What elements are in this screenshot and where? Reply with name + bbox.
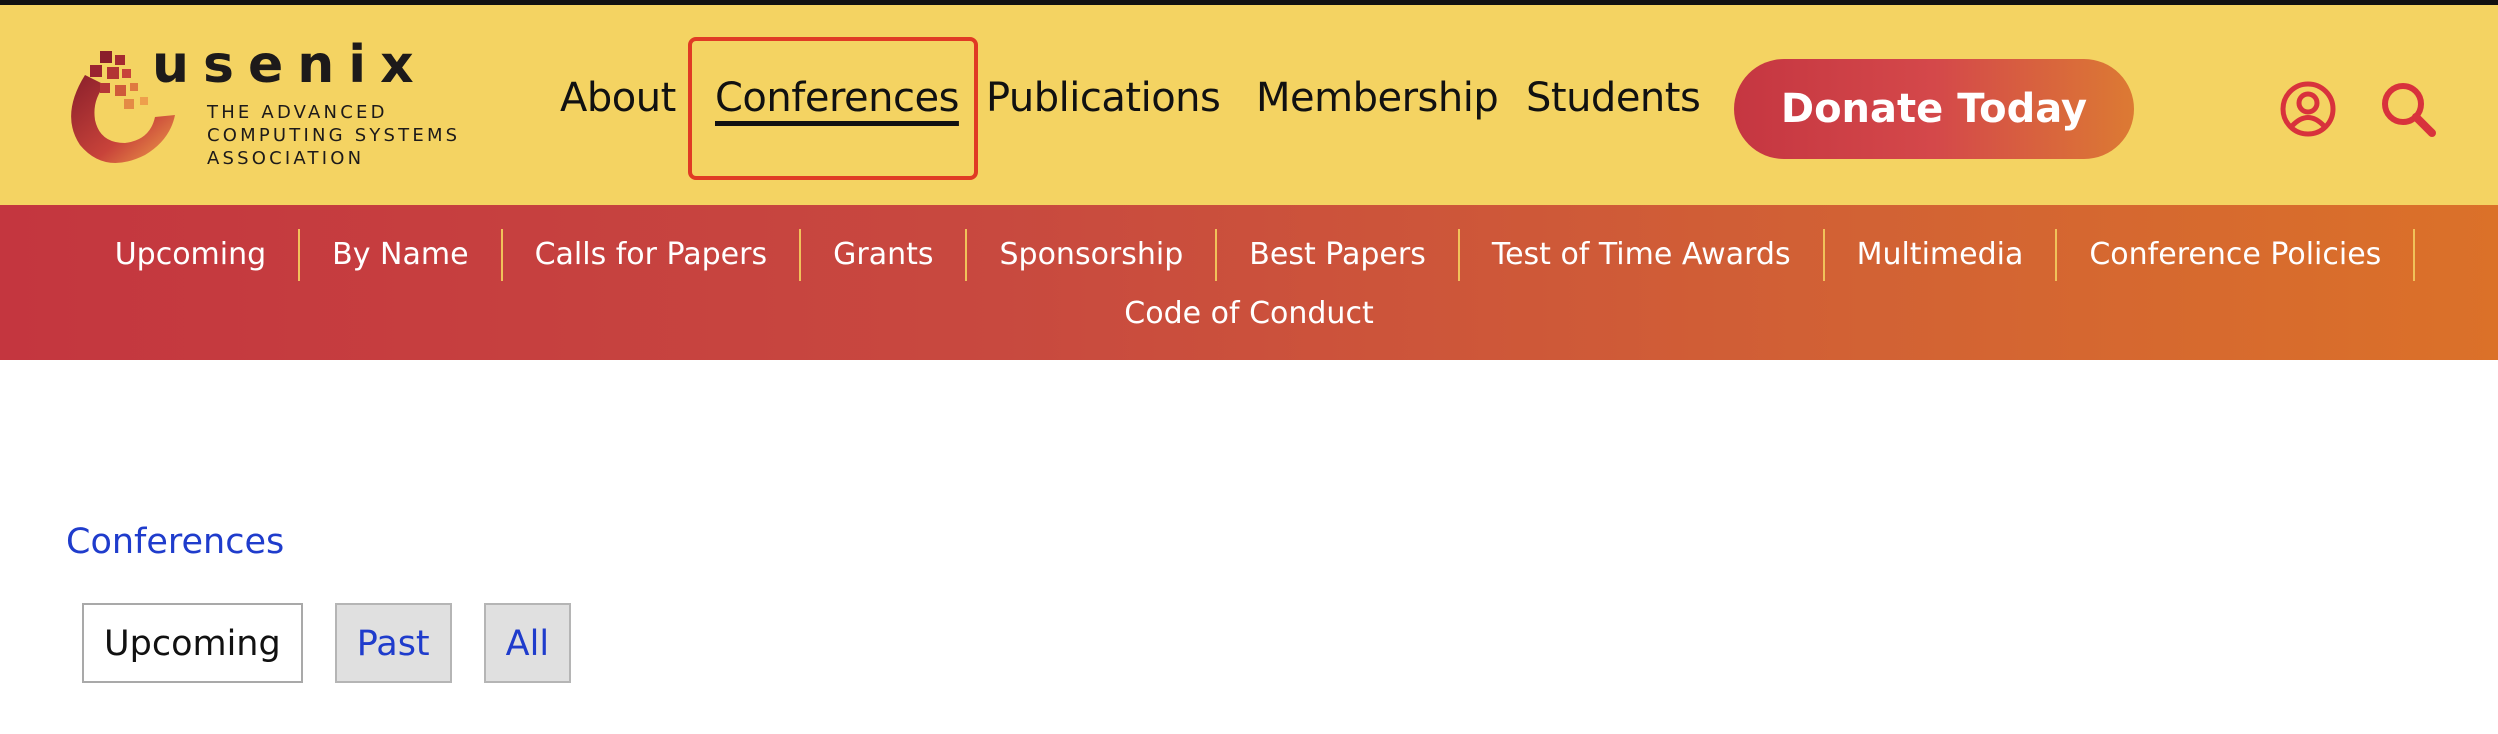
subnav-multimedia[interactable]: Multimedia xyxy=(1825,229,2058,281)
logo-tagline: THE ADVANCED COMPUTING SYSTEMS ASSOCIATI… xyxy=(207,101,497,170)
logo-tagline-line: THE ADVANCED xyxy=(207,102,388,123)
subnav-row: Code of Conduct xyxy=(0,289,2498,339)
user-circle-icon[interactable] xyxy=(2278,79,2338,139)
tab-all[interactable]: All xyxy=(483,603,572,683)
tab-past[interactable]: Past xyxy=(334,603,452,683)
logo-tagline-line: COMPUTING SYSTEMS xyxy=(207,125,461,146)
subnav-row: Upcoming By Name Calls for Papers Grants… xyxy=(0,227,2498,283)
conferences-subnav: Upcoming By Name Calls for Papers Grants… xyxy=(0,205,2498,360)
nav-students[interactable]: Students xyxy=(1526,75,1701,121)
subnav-by-name[interactable]: By Name xyxy=(300,229,503,281)
nav-about[interactable]: About xyxy=(560,75,676,121)
subnav-conference-policies[interactable]: Conference Policies xyxy=(2057,229,2416,281)
nav-membership[interactable]: Membership xyxy=(1256,75,1499,121)
breadcrumb-conferences[interactable]: Conferences xyxy=(66,522,284,562)
subnav-best-papers[interactable]: Best Papers xyxy=(1217,229,1460,281)
logo-tagline-line: ASSOCIATION xyxy=(207,148,365,169)
site-header: usenix THE ADVANCED COMPUTING SYSTEMS AS… xyxy=(0,5,2498,205)
subnav-calls-for-papers[interactable]: Calls for Papers xyxy=(503,229,802,281)
logo-wordmark: usenix xyxy=(152,35,428,95)
filter-tabs: Upcoming Past All xyxy=(82,603,572,683)
subnav-grants[interactable]: Grants xyxy=(801,229,968,281)
subnav-code-of-conduct[interactable]: Code of Conduct xyxy=(1092,288,1405,340)
subnav-test-of-time-awards[interactable]: Test of Time Awards xyxy=(1460,229,1825,281)
nav-publications[interactable]: Publications xyxy=(986,75,1221,121)
nav-conferences[interactable]: Conferences xyxy=(715,75,959,121)
usenix-logo[interactable]: usenix THE ADVANCED COMPUTING SYSTEMS AS… xyxy=(60,35,490,175)
subnav-upcoming[interactable]: Upcoming xyxy=(83,229,301,281)
tab-upcoming[interactable]: Upcoming xyxy=(82,603,303,683)
donate-button[interactable]: Donate Today xyxy=(1734,59,2134,159)
search-icon[interactable] xyxy=(2378,79,2438,139)
subnav-sponsorship[interactable]: Sponsorship xyxy=(967,229,1218,281)
